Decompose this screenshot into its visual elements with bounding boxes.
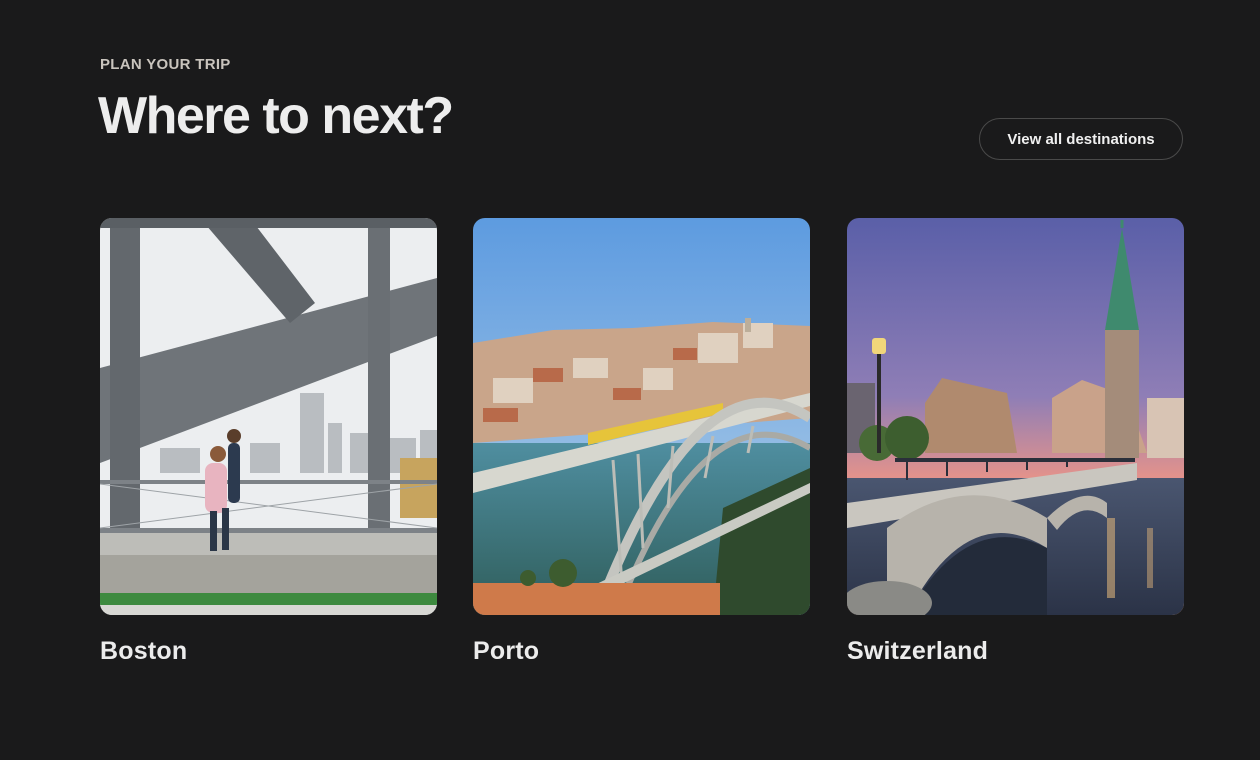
view-all-destinations-button[interactable]: View all destinations [979, 118, 1183, 160]
destination-card-porto[interactable]: Porto [473, 218, 810, 666]
destination-name-switzerland[interactable]: Switzerland [847, 637, 1184, 666]
destination-name-porto[interactable]: Porto [473, 637, 810, 666]
eyebrow-label: PLAN YOUR TRIP [100, 56, 231, 73]
destination-card-boston[interactable]: Boston [100, 218, 437, 666]
destination-name-boston[interactable]: Boston [100, 637, 437, 666]
destination-card-switzerland[interactable]: Switzerland [847, 218, 1184, 666]
section-title: Where to next? [98, 87, 454, 145]
destination-image-porto[interactable] [473, 218, 810, 615]
destination-image-boston[interactable] [100, 218, 437, 615]
destination-image-switzerland[interactable] [847, 218, 1184, 615]
